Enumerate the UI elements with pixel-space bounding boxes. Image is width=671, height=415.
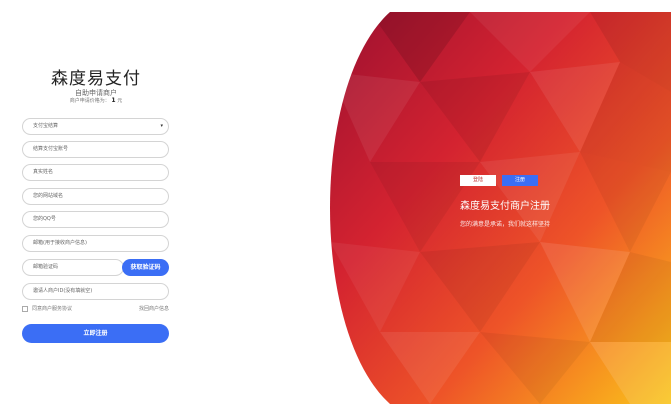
alipay-account-field[interactable]: 结算支付宝账号	[22, 141, 169, 158]
agree-label[interactable]: 同意商户服务协议	[32, 305, 72, 314]
email-code-field[interactable]: 邮箱验证码	[22, 259, 124, 276]
qq-field[interactable]: 您的QQ号	[22, 211, 169, 228]
email-field[interactable]: 邮箱(用于接收商户信息)	[22, 235, 169, 252]
settlement-method-select[interactable]: 支付宝结算 ▾	[22, 118, 169, 135]
get-code-button[interactable]: 获取验证码	[122, 259, 169, 276]
site-title: 森度易支付	[51, 69, 141, 89]
price-line: 商户申请价格为： 1 元	[20, 97, 172, 104]
invite-code-field[interactable]: 邀请人商户ID(没有填就空)	[22, 283, 169, 300]
hero-subtitle: 您的满意是承诺，我们就这样坚持	[460, 221, 551, 228]
hero-title: 森度易支付商户注册	[460, 201, 550, 212]
recover-merchant-link[interactable]: 找回商户信息	[139, 305, 169, 314]
register-submit-button[interactable]: 立即注册	[22, 324, 169, 343]
agree-checkbox[interactable]	[22, 306, 28, 312]
registration-form: 森度易支付 自助申请商户 商户申请价格为： 1 元	[20, 0, 172, 415]
chevron-down-icon: ▾	[160, 123, 163, 129]
website-domain-field[interactable]: 您的网站域名	[22, 188, 169, 205]
real-name-field[interactable]: 真实姓名	[22, 164, 169, 181]
price-unit: 元	[117, 98, 123, 104]
hero-panel: 登陆 注册 森度易支付商户注册 您的满意是承诺，我们就这样坚持	[330, 12, 671, 404]
price-label: 商户申请价格为：	[69, 98, 110, 104]
tab-register[interactable]: 注册	[502, 175, 538, 186]
settlement-method-value: 支付宝结算	[33, 123, 59, 129]
price-value: 1	[111, 97, 116, 104]
agreement-row: 同意商户服务协议 找回商户信息	[22, 305, 169, 314]
tab-login[interactable]: 登陆	[460, 175, 496, 186]
